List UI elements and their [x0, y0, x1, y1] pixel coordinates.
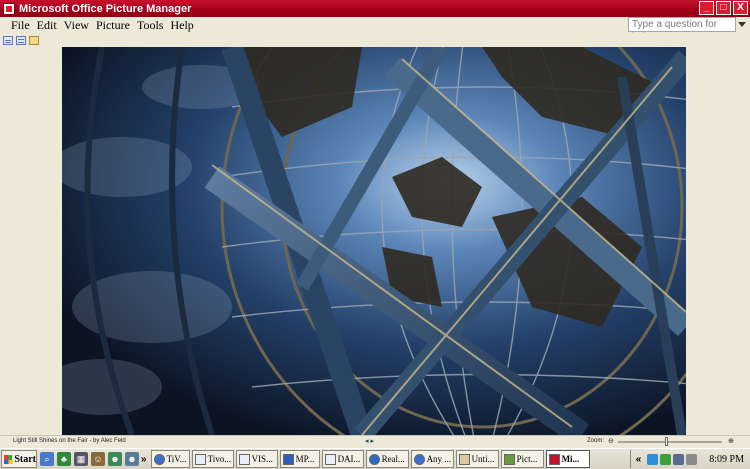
start-button[interactable]: Start: [1, 450, 37, 468]
paint-icon: [458, 453, 470, 465]
clock[interactable]: 8:09 PM: [709, 454, 744, 465]
task-label: DAI...: [337, 454, 361, 464]
task-label: Unti...: [471, 454, 495, 464]
globe-icon: [368, 453, 380, 465]
status-bar: Light Still Shines on the Fair - by Alec…: [0, 435, 750, 447]
menu-picture[interactable]: Picture: [96, 18, 130, 33]
monitor-icon[interactable]: [673, 453, 685, 465]
ie-icon: [413, 453, 425, 465]
title-bar[interactable]: Microsoft Office Picture Manager _ □ X: [0, 0, 750, 17]
quick-launch-overflow[interactable]: »: [141, 454, 147, 465]
zoom-label: Zoom:: [587, 438, 605, 444]
task-button[interactable]: DAI...: [321, 450, 364, 468]
help-dropdown-icon[interactable]: [738, 22, 746, 27]
people-icon[interactable]: ☻: [108, 452, 122, 466]
picture-manager-icon: [548, 453, 560, 465]
zoom-slider[interactable]: [618, 441, 722, 443]
zoom-in-icon[interactable]: ⊕: [728, 437, 734, 445]
taskbar: Start ⌕ ♣ ▦ ☺ ☻ ☻ » TiV... Tivo... VIS..…: [0, 448, 750, 469]
zoom-out-icon[interactable]: ⊖: [608, 437, 614, 445]
close-button[interactable]: X: [733, 1, 748, 15]
task-label: VIS...: [251, 454, 273, 464]
system-tray: « 8:09 PM: [629, 450, 750, 468]
network-icon[interactable]: [647, 453, 659, 465]
zoom-slider-thumb[interactable]: [665, 437, 668, 446]
menu-file[interactable]: File: [11, 18, 30, 33]
task-button[interactable]: Any ...: [410, 450, 454, 468]
window-icon: [238, 453, 250, 465]
unisphere-photo[interactable]: [62, 47, 686, 435]
minimize-button[interactable]: _: [699, 1, 714, 15]
single-picture-view-icon[interactable]: [29, 35, 39, 45]
window-icon: [194, 453, 206, 465]
people-icon[interactable]: ☻: [125, 452, 139, 466]
quick-launch: ⌕ ♣ ▦ ☺ ☻ ☻: [40, 452, 139, 466]
speaker-icon[interactable]: [686, 453, 698, 465]
start-label: Start: [14, 453, 36, 465]
view-toolbar: [0, 33, 750, 47]
task-button[interactable]: MP...: [279, 450, 320, 468]
search-icon[interactable]: ⌕: [40, 452, 54, 466]
task-button-active[interactable]: Mi...: [545, 450, 590, 468]
maximize-button[interactable]: □: [716, 1, 731, 15]
task-label: MP...: [295, 454, 315, 464]
pen-icon: [282, 453, 294, 465]
shield-icon[interactable]: [660, 453, 672, 465]
window-controls: _ □ X: [699, 1, 748, 15]
task-label: TiV...: [166, 454, 187, 464]
task-button[interactable]: Pict...: [500, 450, 544, 468]
picture-manager-window: Microsoft Office Picture Manager _ □ X F…: [0, 0, 750, 469]
tray-overflow[interactable]: «: [636, 454, 642, 465]
task-button[interactable]: Unti...: [455, 450, 499, 468]
help-search-input[interactable]: Type a question for help: [628, 17, 736, 43]
menu-view[interactable]: View: [64, 18, 89, 33]
ie-icon: [153, 453, 165, 465]
filmstrip-view-icon[interactable]: [16, 35, 26, 45]
task-label: Mi...: [561, 454, 580, 464]
menu-help[interactable]: Help: [170, 18, 193, 33]
picture-nav-arrows[interactable]: ◂ ▸: [365, 437, 374, 445]
task-buttons: TiV... Tivo... VIS... MP... DAI... Real.…: [150, 450, 590, 468]
thumbnail-view-icon[interactable]: [3, 35, 13, 45]
tree-icon[interactable]: ♣: [57, 452, 71, 466]
menu-edit[interactable]: Edit: [37, 18, 57, 33]
task-button[interactable]: TiV...: [150, 450, 190, 468]
task-button[interactable]: Tivo...: [191, 450, 234, 468]
task-label: Pict...: [516, 454, 538, 464]
task-button[interactable]: VIS...: [235, 450, 278, 468]
menu-tools[interactable]: Tools: [137, 18, 164, 33]
app-icon[interactable]: [3, 2, 15, 15]
window-icon: [324, 453, 336, 465]
picture-caption: Light Still Shines on the Fair - by Alec…: [13, 438, 126, 444]
task-button[interactable]: Real...: [365, 450, 409, 468]
pen-icon: [503, 453, 515, 465]
grid-icon[interactable]: ▦: [74, 452, 88, 466]
task-label: Tivo...: [207, 454, 231, 464]
picture-pane: [0, 47, 750, 435]
windows-logo-icon: [4, 454, 14, 464]
task-label: Any ...: [426, 454, 452, 464]
task-label: Real...: [381, 454, 405, 464]
user-icon[interactable]: ☺: [91, 452, 105, 466]
window-title: Microsoft Office Picture Manager: [19, 2, 192, 15]
